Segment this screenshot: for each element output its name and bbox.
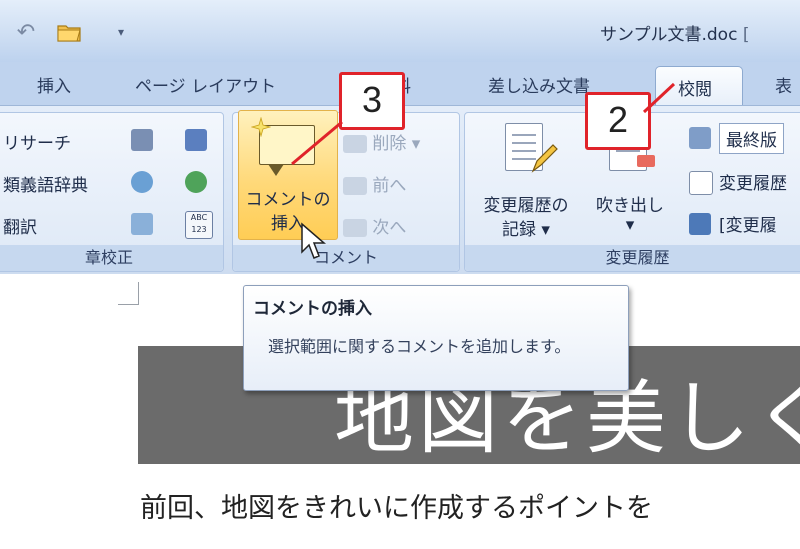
mouse-cursor-icon [301, 222, 327, 259]
previous-comment-button[interactable]: 前へ [343, 171, 406, 196]
previous-comment-icon [343, 177, 367, 195]
word-count-list-icon[interactable] [131, 213, 153, 235]
tooltip-body: 選択範囲に関するコメントを追加します。 [268, 337, 571, 356]
customize-qat-icon[interactable]: ▾ [110, 18, 132, 46]
proofing-group: リサーチ 類義語辞典 翻訳 ABC 123 章校正 [0, 112, 224, 272]
track-changes-label-2: 記録 ▾ [502, 220, 550, 240]
set-language-icon[interactable] [131, 129, 153, 151]
display-for-review-select[interactable]: 最終版 [719, 123, 784, 154]
title-bar: ↶ ▾ サンプル文書.doc [ [0, 0, 800, 62]
track-changes-label-1: 変更履歴の [483, 196, 569, 216]
balloon-marker-icon [637, 155, 655, 167]
sparkle-icon [251, 117, 271, 137]
translate-button[interactable]: 翻訳 [3, 213, 37, 238]
word-count-icon[interactable]: ABC 123 [185, 211, 213, 239]
spelling-check-icon[interactable] [185, 129, 207, 151]
insert-comment-tooltip: コメントの挿入 選択範囲に関するコメントを追加します。 [243, 285, 629, 391]
tracking-group-label: 変更履歴 [465, 245, 800, 271]
reviewing-pane-icon [689, 213, 711, 235]
undo-icon[interactable]: ↶ [6, 18, 46, 46]
track-changes-button[interactable]: 変更履歴の 記録 ▾ [471, 119, 581, 243]
margin-marker [118, 282, 139, 305]
reviewing-pane-button[interactable]: [変更履 [719, 211, 777, 236]
translation-tip-icon[interactable] [131, 171, 153, 193]
balloons-label: 吹き出し [596, 196, 664, 216]
step-2-pointer [642, 82, 676, 114]
step-3-pointer [291, 120, 343, 166]
tab-insert[interactable]: 挿入 [37, 72, 71, 100]
document-title: サンプル文書.doc [ [600, 25, 750, 45]
tab-view[interactable]: 表 [775, 72, 792, 100]
document-body-text: 前回、地図をきれいに作成するポイントを [140, 493, 653, 524]
open-folder-icon[interactable] [52, 18, 86, 46]
ribbon: リサーチ 類義語辞典 翻訳 ABC 123 章校正 削除 ▾ 前へ 次へ コメン… [0, 105, 800, 275]
show-markup-button[interactable]: 変更履歴 [719, 169, 787, 194]
proofing-group-label: 章校正 [0, 245, 223, 271]
tab-mailings[interactable]: 差し込み文書 [488, 72, 590, 100]
tooltip-title: コメントの挿入 [253, 299, 372, 319]
insert-comment-label-1: コメントの [245, 190, 331, 210]
pencil-icon [531, 144, 558, 173]
comments-group-label: コメント [233, 245, 459, 271]
next-comment-icon [343, 219, 367, 237]
research-button[interactable]: リサーチ [3, 129, 71, 154]
tab-page-layout[interactable]: ページ レイアウト [135, 72, 276, 100]
balloons-dropdown-icon: ▾ [625, 215, 635, 235]
thesaurus-button[interactable]: 類義語辞典 [3, 171, 88, 196]
globe-check-icon[interactable] [185, 171, 207, 193]
display-for-review-icon [689, 127, 711, 149]
show-markup-icon [689, 171, 713, 195]
next-comment-button[interactable]: 次へ [343, 213, 406, 238]
num-text: 123 [191, 225, 207, 234]
abc-text: ABC [190, 213, 208, 222]
